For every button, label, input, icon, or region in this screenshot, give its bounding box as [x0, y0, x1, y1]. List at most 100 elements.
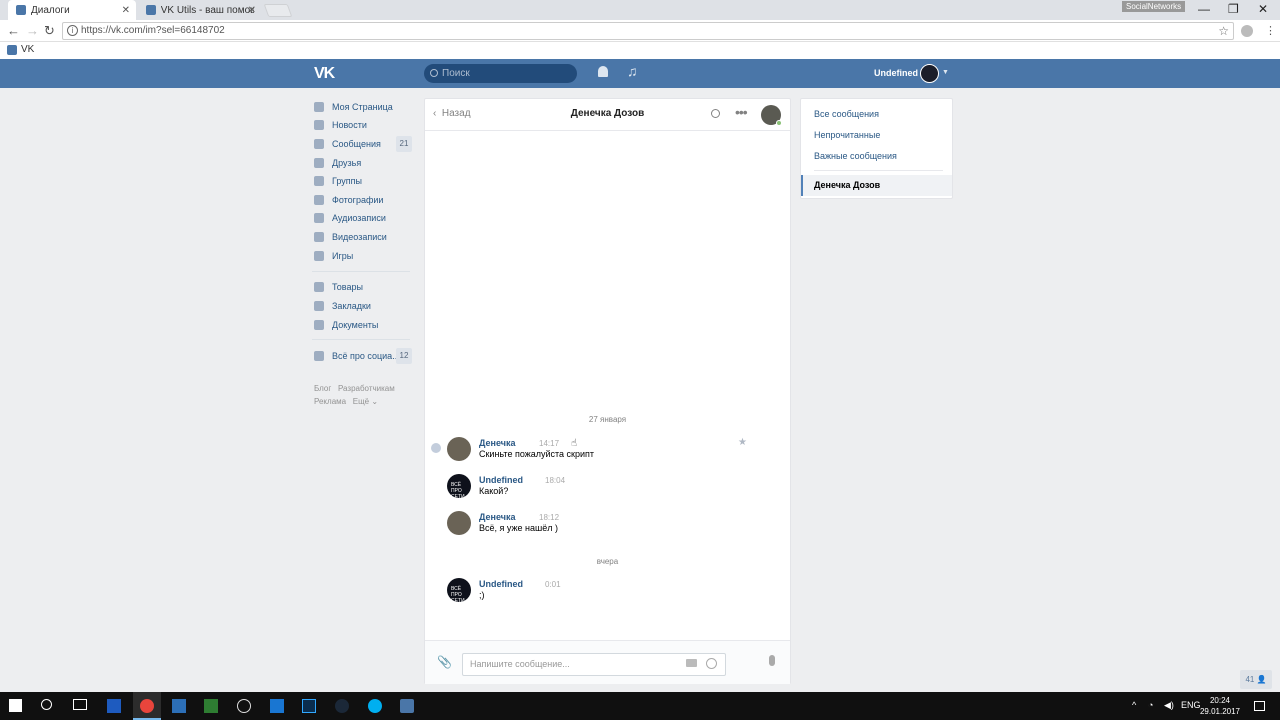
- sender-avatar[interactable]: ВСЁ ПРО СЕТИ: [447, 578, 471, 604]
- sender-avatar[interactable]: [447, 437, 471, 461]
- chevron-down-icon: ⌄: [371, 397, 379, 406]
- bookmark-star-icon[interactable]: ☆: [1218, 23, 1229, 39]
- skype-icon[interactable]: [368, 699, 382, 713]
- message-input[interactable]: Напишите сообщение...: [462, 653, 726, 676]
- message-item[interactable]: Денечка 18:12 Всё, я уже нашёл ): [447, 511, 767, 539]
- sidebar-item-bookmarks[interactable]: Закладки: [312, 297, 412, 315]
- close-tab-icon[interactable]: ✕: [122, 5, 130, 16]
- microphone-icon[interactable]: [769, 655, 775, 666]
- camera-icon[interactable]: [686, 659, 697, 667]
- new-tab-button[interactable]: [263, 4, 293, 17]
- date-separator: 27 января: [588, 415, 627, 424]
- sender-avatar[interactable]: [447, 511, 471, 535]
- sender-name[interactable]: Undefined: [479, 475, 523, 485]
- chrome-taskbar-active[interactable]: [133, 692, 161, 720]
- sidebar-item-goods[interactable]: Товары: [312, 278, 412, 296]
- message-placeholder: Напишите сообщение...: [470, 659, 570, 669]
- notifications-bell-icon[interactable]: [598, 66, 608, 77]
- info-icon[interactable]: i: [67, 25, 78, 36]
- sidebar-item-news[interactable]: Новости: [312, 116, 412, 134]
- sidebar-item-community[interactable]: Всё про социа... 12: [312, 347, 412, 365]
- star-icon[interactable]: ★: [738, 437, 747, 448]
- reload-icon[interactable]: ↻: [44, 23, 55, 39]
- message-item[interactable]: Денечка 14:17 Скиньте пожалуйста скрипт: [447, 437, 767, 465]
- footer-link-developers[interactable]: Разработчикам: [338, 384, 395, 393]
- filter-important[interactable]: Важные сообщения: [814, 151, 897, 161]
- network-icon[interactable]: ◔: [1148, 700, 1153, 710]
- sender-name[interactable]: Денечка: [479, 512, 515, 522]
- music-icon[interactable]: ♫: [627, 63, 638, 79]
- search-icon[interactable]: [41, 699, 52, 710]
- chat-header: ‹ Назад Денечка Дозов •••: [425, 99, 790, 131]
- footer-link-ads[interactable]: Реклама: [314, 397, 346, 406]
- filter-all-messages[interactable]: Все сообщения: [814, 109, 879, 119]
- sidebar-item-documents[interactable]: Документы: [312, 316, 412, 334]
- sidebar-item-games[interactable]: Игры: [312, 247, 412, 265]
- active-dialog-item[interactable]: Денечка Дозов: [801, 175, 952, 196]
- volume-icon[interactable]: ◀): [1164, 700, 1174, 711]
- attach-paperclip-icon[interactable]: 📎: [437, 655, 452, 669]
- select-check-icon[interactable]: [431, 443, 441, 453]
- tab-dialogs[interactable]: Диалоги ✕: [8, 0, 136, 20]
- url-text: https://vk.com/im?sel=66148702: [81, 25, 225, 36]
- sidebar-item-my-page[interactable]: Моя Страница: [312, 98, 412, 116]
- menu-icon[interactable]: ⋮: [1265, 24, 1276, 37]
- restore-icon[interactable]: ❐: [1228, 2, 1239, 16]
- sidebar-item-photos[interactable]: Фотографии: [312, 191, 412, 209]
- chevron-down-icon[interactable]: ▼: [942, 69, 949, 76]
- url-field[interactable]: i https://vk.com/im?sel=66148702 ☆: [62, 22, 1234, 40]
- online-friends-badge[interactable]: 41 👤: [1240, 670, 1272, 689]
- sender-name[interactable]: Undefined: [479, 579, 523, 589]
- close-window-icon[interactable]: ✕: [1258, 2, 1268, 16]
- search-icon[interactable]: [711, 109, 720, 118]
- photoshop-icon[interactable]: [302, 699, 316, 713]
- sender-avatar[interactable]: ВСЁ ПРО СЕТИ: [447, 474, 471, 500]
- vk-header: VK Поиск ♫ Undefined ▼: [0, 59, 1280, 88]
- footer-link-more[interactable]: Ещё: [353, 397, 369, 406]
- clock-app-icon[interactable]: [237, 699, 251, 713]
- footer-link-blog[interactable]: Блог: [314, 384, 331, 393]
- notifications-icon[interactable]: [1254, 701, 1265, 711]
- message-item[interactable]: ВСЁ ПРО СЕТИ Undefined 0:01 ;): [447, 578, 767, 606]
- windows-start-icon[interactable]: [9, 699, 22, 712]
- sidebar-item-friends[interactable]: Друзья: [312, 154, 412, 172]
- extension-icon[interactable]: [1241, 25, 1253, 37]
- clock-date: 29.01.2017: [1199, 707, 1241, 716]
- tab-vk-utils[interactable]: VK Utils - ваш помощни ✕: [138, 0, 262, 20]
- close-tab-icon[interactable]: ✕: [248, 5, 256, 16]
- minimize-icon[interactable]: —: [1198, 2, 1210, 16]
- forward-arrow-icon[interactable]: →: [26, 23, 39, 38]
- search-input[interactable]: Поиск: [424, 64, 577, 83]
- message-item[interactable]: ВСЁ ПРО СЕТИ Undefined 18:04 Какой?: [447, 474, 767, 502]
- gamepad-icon: [314, 251, 324, 261]
- sender-name[interactable]: Денечка: [479, 438, 515, 448]
- footer-links-2: Реклама Ещё ⌄: [314, 397, 378, 406]
- profile-badge[interactable]: SocialNetworks: [1122, 1, 1186, 12]
- steam-icon[interactable]: [335, 699, 349, 713]
- chevron-up-icon[interactable]: ^: [1132, 700, 1136, 710]
- app-icon[interactable]: [270, 699, 284, 713]
- system-clock[interactable]: 20:24 29.01.2017: [1198, 695, 1242, 717]
- app-icon[interactable]: [172, 699, 186, 713]
- sidebar-item-messages[interactable]: Сообщения 21: [312, 135, 412, 153]
- more-options-icon[interactable]: •••: [735, 104, 748, 120]
- sidebar-item-video[interactable]: Видеозаписи: [312, 228, 412, 246]
- sidebar-item-groups[interactable]: Группы: [312, 172, 412, 190]
- vk-app-icon[interactable]: [400, 699, 414, 713]
- user-name[interactable]: Undefined: [874, 68, 918, 78]
- save-app-icon[interactable]: [107, 699, 121, 713]
- sidebar-item-audio[interactable]: Аудиозаписи: [312, 209, 412, 227]
- app-icon[interactable]: [204, 699, 218, 713]
- message-filters-panel: Все сообщения Непрочитанные Важные сообщ…: [800, 98, 953, 199]
- bookmark-vk[interactable]: VK: [7, 44, 34, 55]
- news-icon: [314, 120, 324, 130]
- filter-unread[interactable]: Непрочитанные: [814, 130, 880, 140]
- emoji-icon[interactable]: [706, 658, 717, 669]
- vk-logo[interactable]: VK: [314, 65, 335, 83]
- user-avatar[interactable]: [920, 64, 939, 83]
- sidebar-divider: [312, 271, 410, 272]
- task-view-icon[interactable]: [73, 699, 87, 710]
- back-arrow-icon[interactable]: ←: [7, 23, 20, 38]
- contact-avatar[interactable]: [761, 105, 782, 126]
- sidebar-item-label: Товары: [332, 282, 363, 292]
